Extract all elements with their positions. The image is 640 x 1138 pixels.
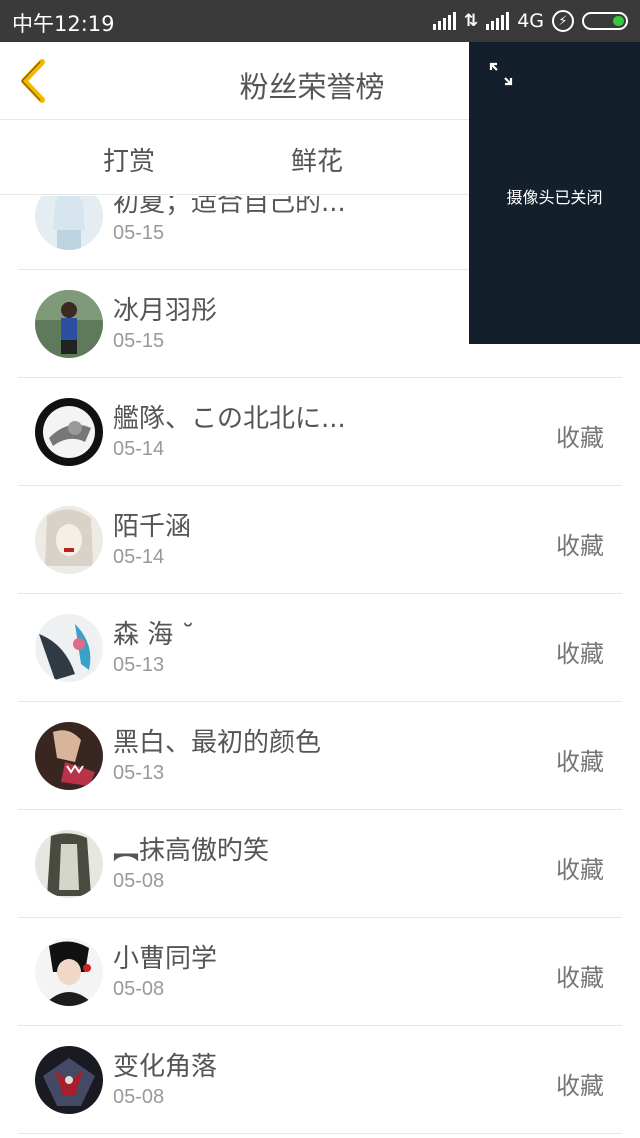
expand-button[interactable] bbox=[489, 62, 513, 86]
list-item[interactable]: 森 海 ˘ 05-13 收藏 bbox=[18, 594, 622, 702]
camera-preview-overlay[interactable]: 摄像头已关闭 bbox=[469, 42, 640, 344]
item-date: 05-13 bbox=[113, 654, 165, 676]
avatar bbox=[35, 938, 103, 1006]
collect-button[interactable]: 收藏 bbox=[556, 742, 604, 777]
list-item[interactable]: 黑白、最初的颜色 05-13 收藏 bbox=[18, 702, 622, 810]
item-name: 初夏；适合自己的... bbox=[113, 196, 346, 218]
avatar bbox=[35, 398, 103, 466]
item-name: ︻抹高傲旳笑 bbox=[113, 836, 270, 866]
item-date: 05-14 bbox=[113, 438, 165, 460]
avatar bbox=[35, 722, 103, 790]
avatar bbox=[35, 614, 103, 682]
collect-button[interactable]: 收藏 bbox=[556, 850, 604, 885]
list-item[interactable]: ︻抹高傲旳笑 05-08 收藏 bbox=[18, 810, 622, 918]
avatar bbox=[35, 506, 103, 574]
list-item[interactable]: 陌千涵 05-14 收藏 bbox=[18, 486, 622, 594]
item-date: 05-08 bbox=[113, 978, 165, 1000]
item-name: 小曹同学 bbox=[113, 944, 218, 974]
data-transfer-icon: ⇅ bbox=[463, 11, 479, 31]
item-date: 05-13 bbox=[113, 762, 165, 784]
item-name: 黑白、最初的颜色 bbox=[113, 728, 322, 758]
item-name: 艦隊、この北北に... bbox=[113, 404, 346, 434]
list-item[interactable]: 变化角落 05-08 收藏 bbox=[18, 1026, 622, 1134]
charging-icon: ⚡ bbox=[552, 10, 574, 32]
avatar bbox=[35, 196, 103, 250]
item-name: 变化角落 bbox=[113, 1052, 218, 1082]
battery-icon bbox=[582, 12, 628, 30]
item-date: 05-15 bbox=[113, 330, 165, 352]
collect-button[interactable]: 收藏 bbox=[556, 958, 604, 993]
camera-status-text: 摄像头已关闭 bbox=[506, 188, 603, 207]
item-name: 陌千涵 bbox=[113, 512, 192, 542]
avatar bbox=[35, 290, 103, 358]
item-date: 05-14 bbox=[113, 546, 165, 568]
collect-button[interactable]: 收藏 bbox=[556, 634, 604, 669]
avatar bbox=[35, 1046, 103, 1114]
item-date: 05-15 bbox=[113, 222, 165, 244]
network-type: 4G bbox=[517, 10, 544, 32]
status-time: 中午12:19 bbox=[12, 12, 115, 36]
avatar bbox=[35, 830, 103, 898]
collect-button[interactable]: 收藏 bbox=[556, 418, 604, 453]
collect-button[interactable]: 收藏 bbox=[556, 526, 604, 561]
battery-level bbox=[613, 16, 624, 26]
tab-reward[interactable]: 打赏 bbox=[103, 141, 155, 178]
signal-icon-2 bbox=[486, 12, 510, 30]
expand-icon bbox=[489, 62, 513, 86]
collect-button[interactable]: 收藏 bbox=[556, 1066, 604, 1101]
item-name: 冰月羽彤 bbox=[113, 296, 218, 326]
item-date: 05-08 bbox=[113, 870, 165, 892]
signal-icon bbox=[432, 12, 456, 30]
item-name: 森 海 ˘ bbox=[113, 620, 195, 650]
status-icons: ⇅ 4G ⚡ bbox=[432, 9, 628, 33]
list-item[interactable]: 艦隊、この北北に... 05-14 收藏 bbox=[18, 378, 622, 486]
tab-flowers[interactable]: 鲜花 bbox=[291, 141, 343, 178]
list-item[interactable]: 小曹同学 05-08 收藏 bbox=[18, 918, 622, 1026]
status-bar: 中午12:19 ⇅ 4G ⚡ bbox=[0, 0, 640, 42]
item-date: 05-08 bbox=[113, 1086, 165, 1108]
